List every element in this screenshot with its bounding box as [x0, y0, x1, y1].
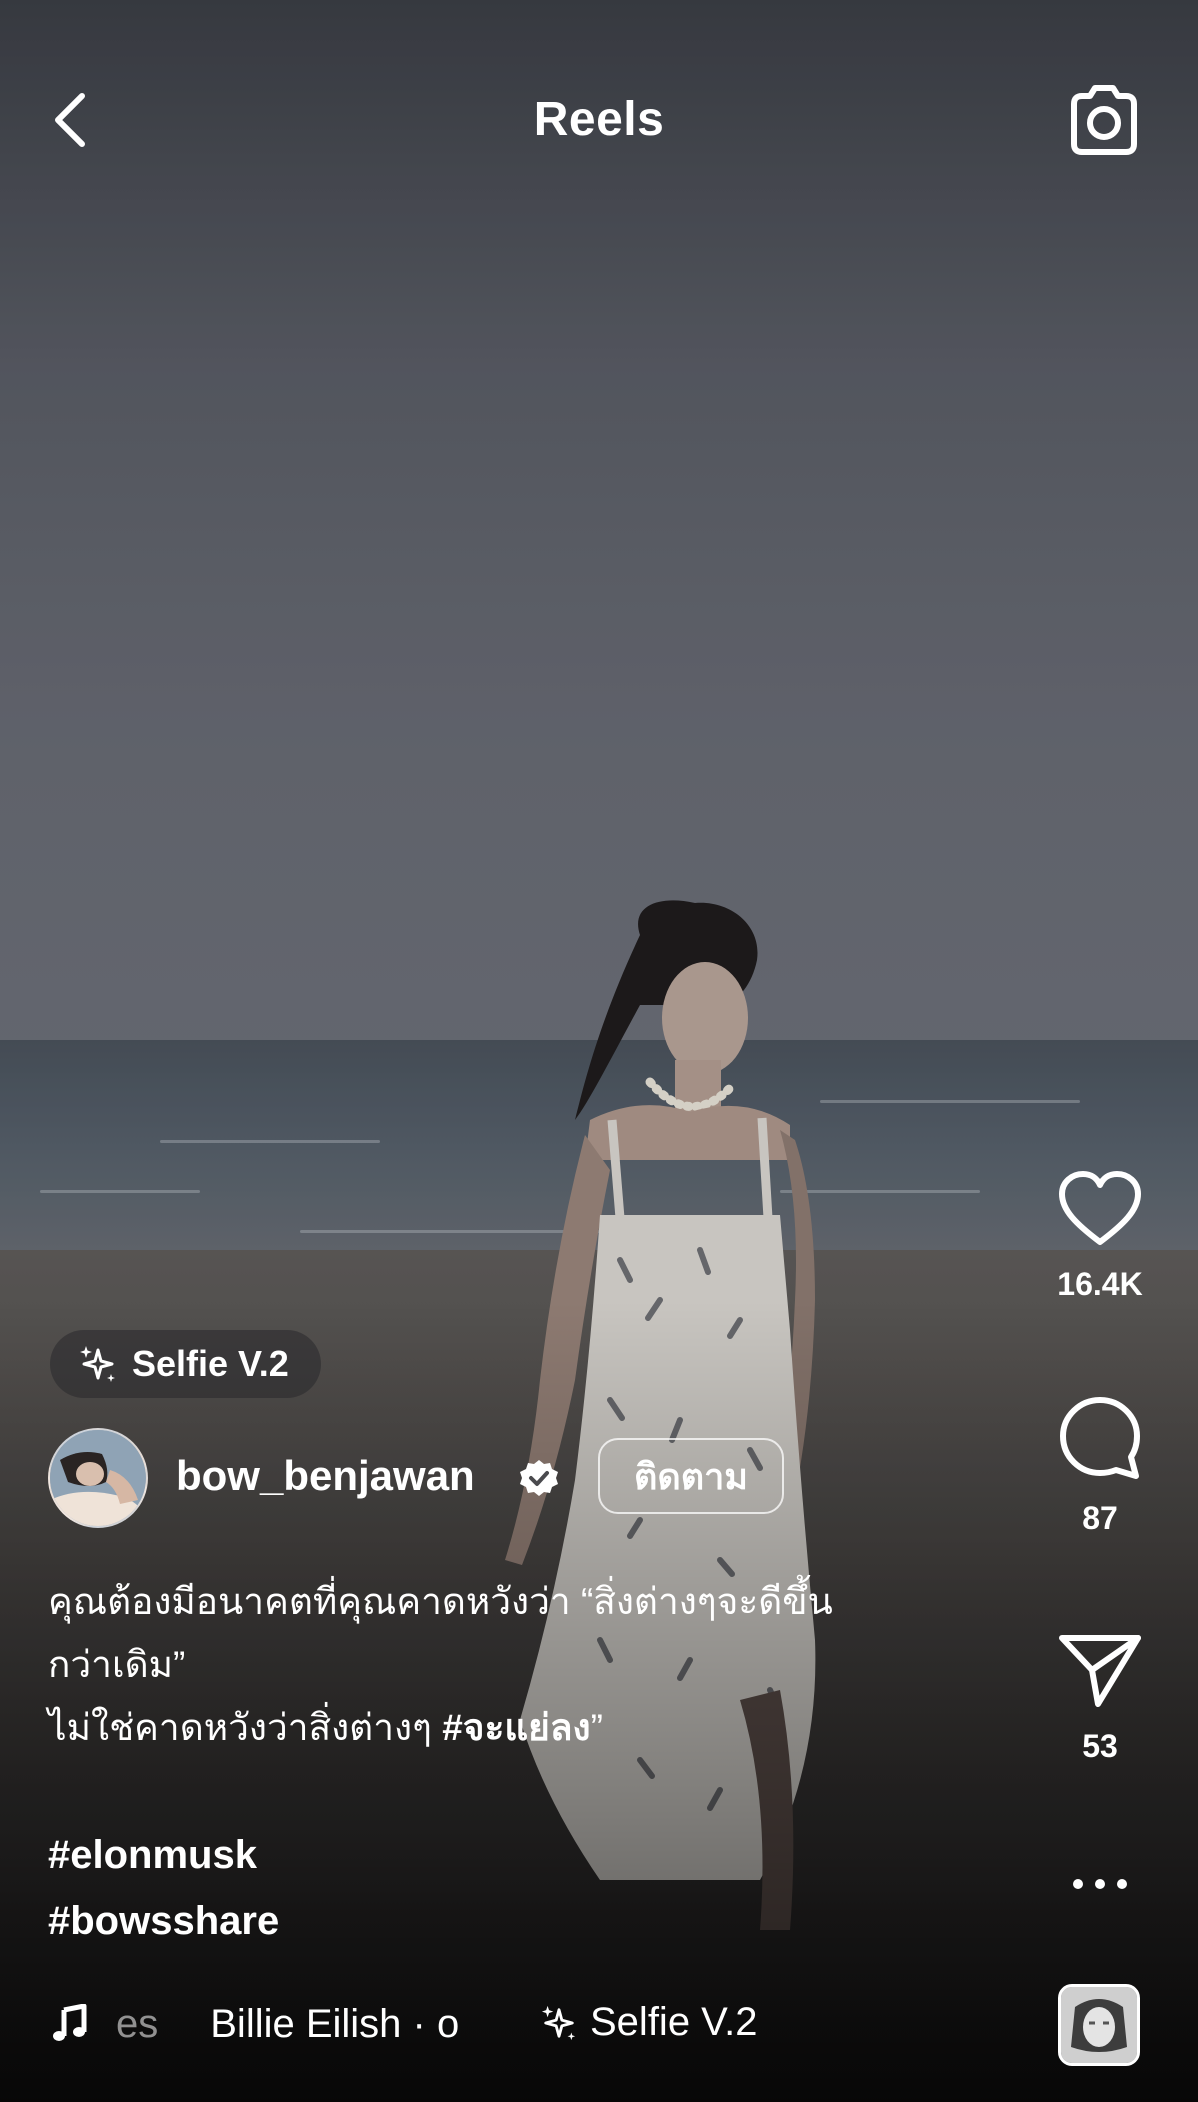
verified-badge-icon — [520, 1460, 558, 1496]
caption-hashtag-inline[interactable]: #จะแย่ลง — [442, 1707, 590, 1748]
hashtag[interactable]: #bowsshare — [48, 1888, 279, 1954]
share-action[interactable]: 53 — [1030, 1632, 1170, 1765]
share-count: 53 — [1082, 1728, 1118, 1764]
sparkles-icon — [80, 1346, 115, 1382]
avatar[interactable] — [48, 1428, 148, 1528]
camera-icon — [1071, 85, 1137, 155]
like-count: 16.4K — [1057, 1266, 1143, 1302]
reel-video-frame[interactable] — [0, 0, 1198, 2102]
caption-hashtags: #elonmusk #bowsshare — [48, 1822, 279, 1954]
caption-line-3-text: ไม่ใช่คาดหวังว่าสิ่งต่างๆ — [48, 1707, 443, 1748]
more-options-button[interactable] — [1030, 1876, 1170, 1892]
avatar-photo — [50, 1430, 146, 1526]
comment-action[interactable]: 87 — [1030, 1394, 1170, 1537]
caption[interactable]: คุณต้องมีอนาคตที่คุณคาดหวังว่า “สิ่งต่าง… — [48, 1570, 978, 1759]
audio-thumbnail[interactable] — [1058, 1984, 1140, 2066]
hashtag[interactable]: #elonmusk — [48, 1822, 279, 1888]
caption-line-2: กว่าเดิม” — [48, 1644, 186, 1685]
effect-link[interactable]: Selfie V.2 — [540, 2000, 758, 2045]
caption-line-3: ไม่ใช่คาดหวังว่าสิ่งต่างๆ #จะแย่ลง” — [48, 1696, 978, 1759]
comment-icon — [1060, 1397, 1140, 1479]
paper-plane-icon — [1059, 1635, 1141, 1707]
audio-cover-image — [1061, 1987, 1137, 2063]
follow-button[interactable]: ติดตาม — [598, 1438, 784, 1514]
audio-artist: Billie Eilish · o — [210, 2002, 460, 2046]
comment-count: 87 — [1082, 1500, 1118, 1536]
camera-button[interactable] — [1064, 82, 1144, 158]
heart-icon — [1059, 1171, 1141, 1245]
page-title: Reels — [533, 93, 665, 146]
sparkles-icon — [541, 2005, 576, 2040]
audio-track-link[interactable]: es Billie Eilish · o — [116, 2002, 459, 2047]
effect-pill[interactable]: Selfie V.2 — [50, 1330, 321, 1398]
effect-label: Selfie V.2 — [132, 1343, 289, 1384]
caption-line-3-end: ” — [590, 1707, 603, 1748]
music-note-icon — [53, 2004, 87, 2041]
effect-link-label: Selfie V.2 — [590, 2000, 758, 2044]
audio-title-fragment: es — [116, 2002, 159, 2046]
like-action[interactable]: 16.4K — [1030, 1168, 1170, 1303]
caption-line-1: คุณต้องมีอนาคตที่คุณคาดหวังว่า “สิ่งต่าง… — [48, 1581, 833, 1622]
username[interactable]: bow_benjawan — [176, 1452, 475, 1500]
more-dots-icon — [1073, 1879, 1127, 1889]
